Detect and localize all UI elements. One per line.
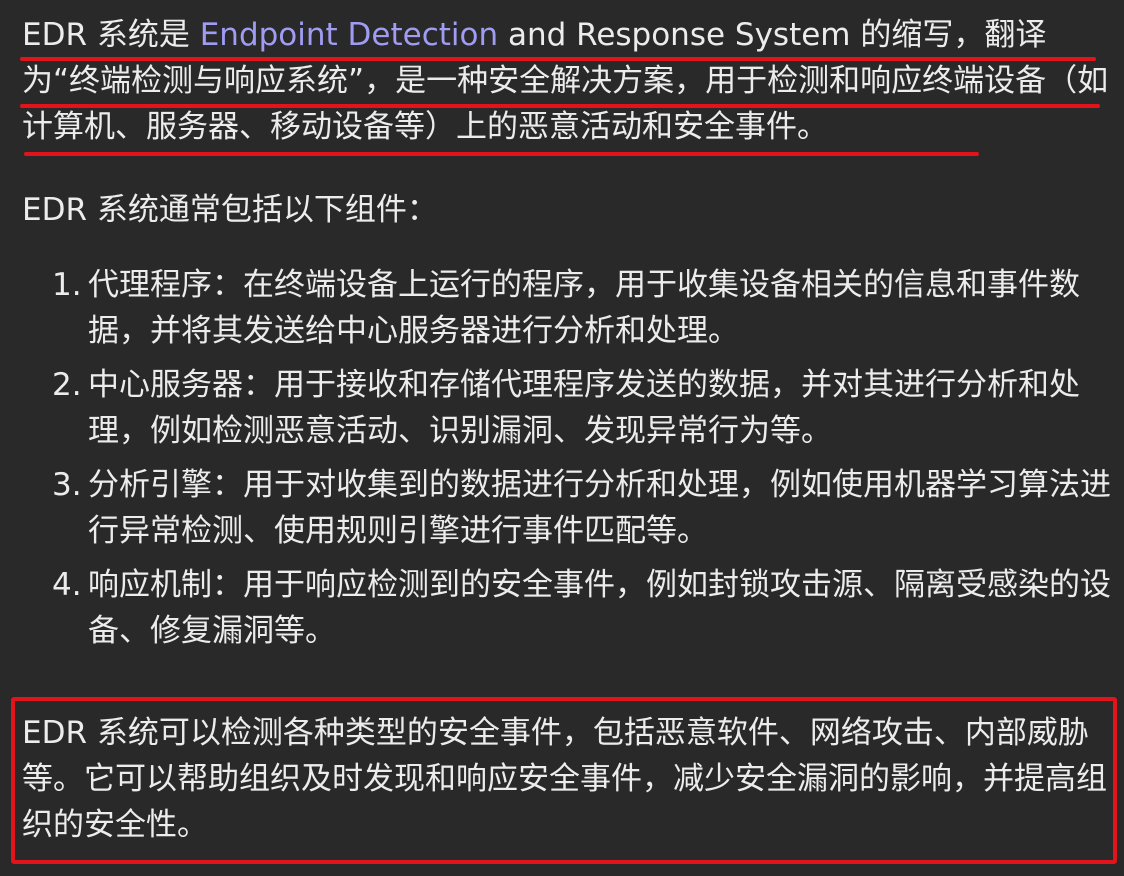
list-item-number: 4. (52, 567, 82, 603)
components-list: 1. 代理程序：在终端设备上运行的程序，用于收集设备相关的信息和事件数据，并将其… (52, 262, 1112, 662)
list-item: 2. 中心服务器：用于接收和存储代理程序发送的数据，并对其进行分析和处理，例如检… (52, 362, 1112, 454)
list-item: 4. 响应机制：用于响应检测到的安全事件，例如封锁攻击源、隔离受感染的设备、修复… (52, 562, 1112, 654)
list-item-number: 1. (52, 267, 82, 303)
summary-paragraph: EDR 系统可以检测各种类型的安全事件，包括恶意软件、网络攻击、内部威胁等。它可… (22, 715, 1107, 843)
red-underline-line-3 (24, 152, 979, 156)
list-item-text: 分析引擎：用于对收集到的数据进行分析和处理，例如使用机器学习算法进行异常检测、使… (88, 467, 1111, 549)
list-item-number: 3. (52, 467, 82, 503)
list-item-text: 代理程序：在终端设备上运行的程序，用于收集设备相关的信息和事件数据，并将其发送给… (88, 267, 1080, 349)
intro-highlight-term: Endpoint Detection (199, 17, 499, 53)
red-underline-line-1 (20, 57, 1096, 61)
list-item-number: 2. (52, 367, 82, 403)
list-item: 3. 分析引擎：用于对收集到的数据进行分析和处理，例如使用机器学习算法进行异常检… (52, 462, 1112, 554)
list-item: 1. 代理程序：在终端设备上运行的程序，用于收集设备相关的信息和事件数据，并将其… (52, 262, 1112, 354)
red-underline-line-2 (20, 104, 1100, 108)
intro-prefix: EDR 系统是 (22, 17, 200, 53)
list-item-text: 响应机制：用于响应检测到的安全事件，例如封锁攻击源、隔离受感染的设备、修复漏洞等… (88, 567, 1111, 649)
intro-paragraph: EDR 系统是 Endpoint Detection and Response … (22, 12, 1112, 150)
list-item-text: 中心服务器：用于接收和存储代理程序发送的数据，并对其进行分析和处理，例如检测恶意… (88, 367, 1080, 449)
components-intro: EDR 系统通常包括以下组件： (22, 192, 438, 228)
